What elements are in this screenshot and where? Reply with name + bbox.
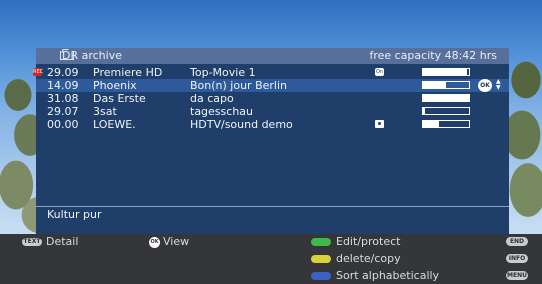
camera-icon (375, 120, 384, 128)
recording-channel: LOEWE. (93, 118, 136, 131)
progress-fill (423, 82, 446, 88)
progress-fill (423, 108, 426, 114)
progress-bar (422, 107, 470, 115)
recording-title: Bon(n) jour Berlin (190, 79, 287, 92)
delete-copy-hint[interactable]: delete/copy (311, 252, 401, 266)
folder-icon (60, 51, 74, 60)
progress-fill (423, 69, 467, 75)
blue-key-icon (311, 272, 331, 280)
info-divider (36, 206, 509, 207)
menu-key-icon[interactable]: MENU (506, 271, 528, 280)
progress-bar (422, 94, 470, 102)
detail-hint[interactable]: TEXT Detail (22, 235, 78, 249)
text-key-icon: TEXT (22, 238, 42, 246)
progress-fill (423, 95, 469, 101)
sort-label: Sort alphabetically (336, 269, 440, 282)
green-key-icon (311, 238, 331, 246)
panel-header: DR archive free capacity 48:42 hrs (36, 48, 509, 64)
recording-date: 31.08 (47, 92, 79, 105)
ok-key-icon: OK (149, 236, 160, 248)
recording-title: Top-Movie 1 (190, 66, 256, 79)
recording-title: da capo (190, 92, 234, 105)
lock-icon: On (375, 68, 384, 76)
recording-row[interactable]: 00.00 LOEWE. HDTV/sound demo (36, 118, 509, 131)
recording-date: 14.09 (47, 79, 79, 92)
progress-fill (423, 121, 440, 127)
recording-title: tagesschau (190, 105, 253, 118)
progress-bar (422, 68, 470, 76)
view-label: View (163, 235, 190, 248)
footer-bar: TEXT Detail OK View Edit/protect delete/co… (0, 234, 542, 284)
recording-row[interactable]: REC 29.09 Premiere HD Top-Movie 1 On (33, 66, 509, 79)
edit-protect-hint[interactable]: Edit/protect (311, 235, 400, 249)
info-key-icon[interactable]: INFO (506, 254, 528, 263)
delete-label: delete/copy (336, 252, 401, 265)
recording-date: 29.07 (47, 105, 79, 118)
recording-row-selected[interactable]: 14.09 Phoenix Bon(n) jour Berlin OK ▲ ▼ (36, 79, 509, 92)
recording-row[interactable]: 29.07 3sat tagesschau (36, 105, 509, 118)
recording-channel: Premiere HD (93, 66, 163, 79)
recording-channel: 3sat (93, 105, 117, 118)
edit-label: Edit/protect (336, 235, 401, 248)
recording-title: HDTV/sound demo (190, 118, 293, 131)
record-icon: REC (33, 68, 44, 76)
up-down-arrows-icon[interactable]: ▲ ▼ (496, 79, 501, 91)
view-hint[interactable]: OK View (149, 235, 189, 249)
sort-hint[interactable]: Sort alphabetically (311, 269, 439, 283)
recording-channel: Phoenix (93, 79, 137, 92)
end-key-icon[interactable]: END (506, 237, 528, 246)
archive-panel: DR archive free capacity 48:42 hrs REC 2… (33, 48, 509, 234)
detail-label: Detail (46, 235, 79, 248)
recording-row[interactable]: 31.08 Das Erste da capo (36, 92, 509, 105)
header-title: DR archive (50, 48, 122, 64)
yellow-key-icon (311, 255, 331, 263)
recording-channel: Das Erste (93, 92, 146, 105)
recording-date: 00.00 (47, 118, 79, 131)
free-capacity: free capacity 48:42 hrs (369, 49, 497, 62)
ok-icon[interactable]: OK (478, 79, 492, 92)
recording-date: 29.09 (47, 66, 79, 79)
progress-bar (422, 120, 470, 128)
programme-info: Kultur pur (47, 208, 102, 221)
progress-bar (422, 81, 470, 89)
